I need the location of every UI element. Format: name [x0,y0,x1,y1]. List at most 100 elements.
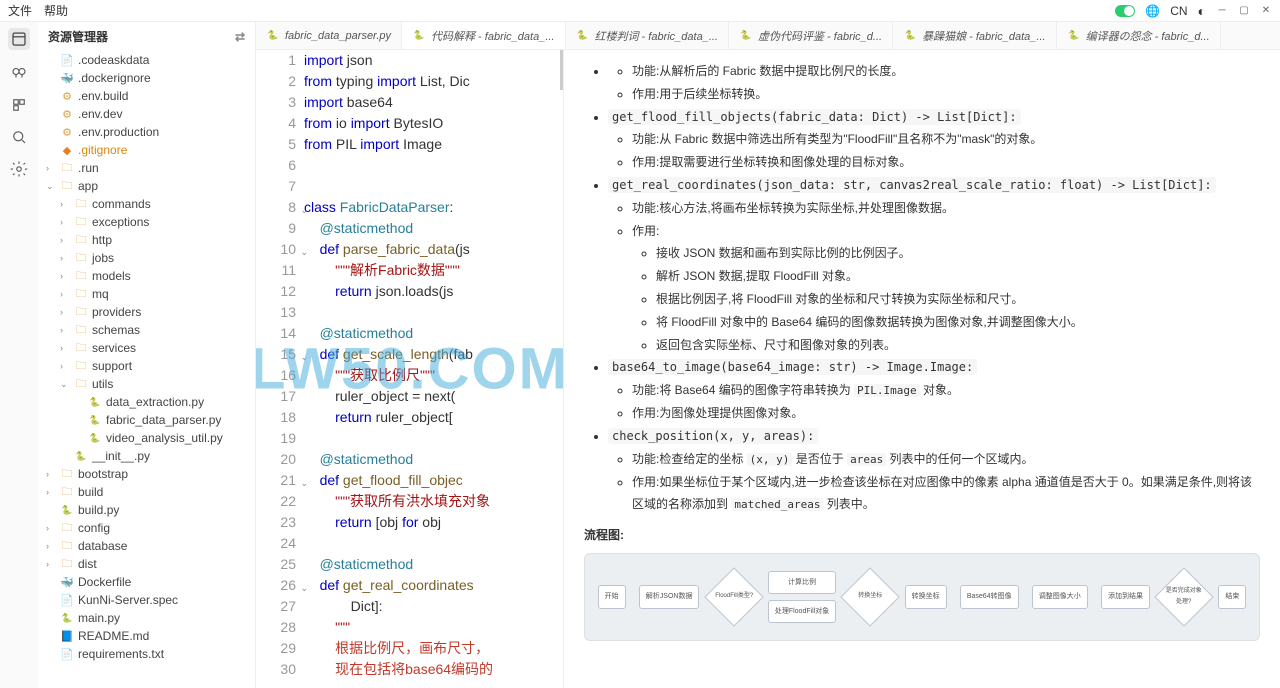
code-line[interactable] [304,533,563,554]
file-item[interactable]: 📄KunNi-Server.spec [38,591,255,609]
folder-item[interactable]: ›🗀support [38,357,255,375]
code-line[interactable]: from PIL import Image [304,134,563,155]
code-line[interactable]: return ruler_object[ [304,407,563,428]
minimize-button[interactable]: ─ [1216,5,1228,17]
code-line[interactable]: """获取所有洪水填充对象 [304,491,563,512]
folder-item[interactable]: ›🗀mq [38,285,255,303]
folder-item[interactable]: ›🗀schemas [38,321,255,339]
file-item[interactable]: 🐍fabric_data_parser.py [38,411,255,429]
collapse-icon[interactable]: ⇄ [235,30,245,44]
code-line[interactable]: """获取比例尺""" [304,365,563,386]
editor-tab[interactable]: 🐍红楼判词 - fabric_data_... [566,22,730,49]
code-line[interactable]: 根据比例尺，画布尺寸， [304,638,563,659]
folder-item[interactable]: ›🗀http [38,231,255,249]
code-line[interactable]: Dict]: [304,596,563,617]
folder-item[interactable]: ›🗀providers [38,303,255,321]
folder-item[interactable]: ›🗀config [38,519,255,537]
file-item[interactable]: 🐍video_analysis_util.py [38,429,255,447]
maximize-button[interactable]: ▢ [1238,5,1250,17]
file-item[interactable]: 📄.codeaskdata [38,51,255,69]
file-item[interactable]: ⚙.env.production [38,123,255,141]
code-line[interactable]: @staticmethod [304,218,563,239]
folder-item[interactable]: ›🗀dist [38,555,255,573]
github-icon[interactable]: ◐ [1198,3,1206,19]
code-line[interactable]: from io import BytesIO [304,113,563,134]
file-item[interactable]: 🐍main.py [38,609,255,627]
code-line[interactable]: import json [304,50,563,71]
code-line[interactable] [304,176,563,197]
doc-text: 作用:接收 JSON 数据和画布到实际比例的比例因子。解析 JSON 数据,提取… [632,220,1260,357]
code-line[interactable]: return [obj for obj [304,512,563,533]
close-button[interactable]: ✕ [1260,5,1272,17]
editor-tab[interactable]: 🐍暴躁猫娘 - fabric_data_... [893,22,1057,49]
file-item[interactable]: ◆.gitignore [38,141,255,159]
folder-item[interactable]: ›🗀services [38,339,255,357]
folder-item[interactable]: ›🗀models [38,267,255,285]
plugin-icon[interactable] [10,96,28,114]
documentation-pane[interactable]: 功能:从解析后的 Fabric 数据中提取比例尺的长度。作用:用于后续坐标转换。… [564,50,1280,688]
file-item[interactable]: ⚙.env.dev [38,105,255,123]
file-item[interactable]: 🐍build.py [38,501,255,519]
code-line[interactable]: 现在包括将base64编码的 [304,659,563,680]
folder-item[interactable]: ›🗀commands [38,195,255,213]
code-line[interactable]: def parse_fabric_data(js [304,239,563,260]
editor-tab[interactable]: 🐍虚伪代码评鉴 - fabric_d... [729,22,893,49]
menu-file[interactable]: 文件 [8,2,32,19]
doc-text: 功能:检查给定的坐标 (x, y) 是否位于 areas 列表中的任何一个区域内… [632,448,1260,471]
menu-help[interactable]: 帮助 [44,2,68,19]
code-line[interactable]: @staticmethod [304,554,563,575]
fc-node: 处理FloodFill对象 [768,600,836,623]
editor-tab[interactable]: 🐍代码解释 - fabric_data_... [402,22,566,49]
code-line[interactable]: from typing import List, Dic [304,71,563,92]
folder-item[interactable]: ›🗀database [38,537,255,555]
code-line[interactable] [304,428,563,449]
code-editor[interactable]: 12345678⌄910⌄1112131415⌄161718192021⌄222… [256,50,564,688]
fc-node: 解析JSON数据 [639,585,700,608]
code-line[interactable] [304,302,563,323]
file-item[interactable]: 🐍__init__.py [38,447,255,465]
folder-item[interactable]: ›🗀exceptions [38,213,255,231]
code-line[interactable]: def get_real_coordinates [304,575,563,596]
brain-icon[interactable] [10,64,28,82]
code-line[interactable]: ruler_object = next( [304,386,563,407]
editor-tab[interactable]: 🐍fabric_data_parser.py [256,22,402,49]
fc-node: 结束 [1218,585,1246,608]
toggle-switch[interactable] [1115,5,1135,17]
file-item[interactable]: 🐍data_extraction.py [38,393,255,411]
code-line[interactable]: """ [304,617,563,638]
folder-item[interactable]: ›🗀.run [38,159,255,177]
lang-label: CN [1170,4,1187,18]
file-item[interactable]: 🐳Dockerfile [38,573,255,591]
folder-item[interactable]: ⌄🗀utils [38,375,255,393]
doc-text: 根据比例因子,将 FloodFill 对象的坐标和尺寸转换为实际坐标和尺寸。 [656,288,1260,311]
code-line[interactable]: return json.loads(js [304,281,563,302]
file-item[interactable]: ⚙.env.build [38,87,255,105]
code-line[interactable]: @staticmethod [304,449,563,470]
code-line[interactable]: """解析Fabric数据""" [304,260,563,281]
doc-text: 功能:将 Base64 编码的图像字符串转换为 PIL.Image 对象。 [632,379,1260,402]
folder-item[interactable]: ›🗀jobs [38,249,255,267]
minimap[interactable] [560,50,563,90]
code-line[interactable]: class FabricDataParser: [304,197,563,218]
explorer-icon[interactable] [8,28,30,50]
code-line[interactable]: def get_scale_length(fab [304,344,563,365]
folder-item[interactable]: ⌄🗀app [38,177,255,195]
doc-text: 功能:核心方法,将画布坐标转换为实际坐标,并处理图像数据。 [632,197,1260,220]
code-line[interactable]: @staticmethod [304,323,563,344]
code-line[interactable]: def get_flood_fill_objec [304,470,563,491]
code-line[interactable]: import base64 [304,92,563,113]
settings-icon[interactable] [10,160,28,178]
file-tree[interactable]: 📄.codeaskdata🐳.dockerignore⚙.env.build⚙.… [38,51,255,688]
editor-tab[interactable]: 🐍编译器の怨念 - fabric_d... [1057,22,1221,49]
doc-text: 作用:如果坐标位于某个区域内,进一步检查该坐标在对应图像中的像素 alpha 通… [632,471,1260,517]
search-icon[interactable] [10,128,28,146]
fc-node: 转换坐标 [905,585,947,608]
code-line[interactable] [304,155,563,176]
file-item[interactable]: 📄requirements.txt [38,645,255,663]
globe-icon[interactable]: 🌐 [1145,4,1160,18]
file-item[interactable]: 🐳.dockerignore [38,69,255,87]
flowchart: 开始 解析JSON数据 FloodFill类型? 计算比例 处理FloodFil… [584,553,1260,641]
file-item[interactable]: 📘README.md [38,627,255,645]
folder-item[interactable]: ›🗀bootstrap [38,465,255,483]
folder-item[interactable]: ›🗀build [38,483,255,501]
